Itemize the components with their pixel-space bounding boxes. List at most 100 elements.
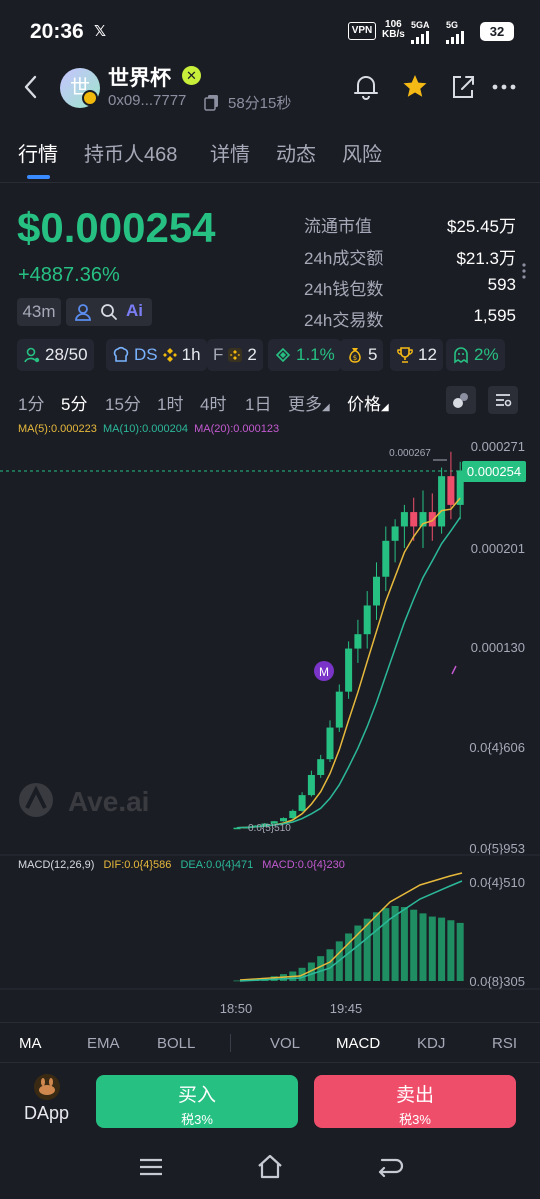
tab-holders[interactable]: 持币人468 bbox=[84, 138, 177, 167]
bags-chip[interactable]: $ 5 bbox=[340, 339, 384, 371]
vpn-badge: VPN bbox=[348, 22, 376, 40]
interval-1d[interactable]: 1日 bbox=[245, 390, 271, 415]
f-chip[interactable]: F 2 bbox=[207, 339, 263, 371]
price-toggle[interactable]: 价格◢ bbox=[347, 390, 389, 415]
candle[interactable] bbox=[298, 795, 306, 811]
star-icon[interactable] bbox=[401, 72, 429, 102]
signal-5g: 5G bbox=[446, 20, 464, 44]
macd-bar bbox=[428, 916, 436, 981]
ave-watermark: Ave.ai bbox=[19, 783, 149, 817]
interval-1m[interactable]: 1分 bbox=[18, 390, 44, 415]
bags-chip-value: 5 bbox=[368, 345, 378, 364]
divider bbox=[0, 182, 540, 183]
candle[interactable] bbox=[391, 526, 399, 541]
candles-group bbox=[233, 451, 464, 830]
price-chart[interactable]: Ave.ai 0.000271 0.000201 0.000130 0.0{4}… bbox=[0, 436, 540, 1022]
bell-icon[interactable] bbox=[352, 72, 380, 102]
indicator-ma[interactable]: MA bbox=[19, 1035, 42, 1052]
macd-y-label: 0.0{4}510 bbox=[469, 875, 525, 890]
candle[interactable] bbox=[400, 512, 408, 527]
tab-market[interactable]: 行情 bbox=[18, 138, 58, 167]
trophy-chip[interactable]: 12 bbox=[390, 339, 443, 371]
age-chip: 43m bbox=[17, 298, 61, 326]
macd-bar bbox=[410, 909, 418, 981]
indicator-macd[interactable]: MACD bbox=[336, 1035, 380, 1052]
candle[interactable] bbox=[317, 759, 325, 775]
candle[interactable] bbox=[428, 512, 436, 527]
sell-button[interactable]: 卖出 税3% bbox=[314, 1075, 516, 1128]
candle[interactable] bbox=[335, 691, 343, 728]
candle[interactable] bbox=[447, 476, 455, 505]
indicator-boll[interactable]: BOLL bbox=[157, 1035, 195, 1052]
smile-chip[interactable]: 2% bbox=[446, 339, 505, 371]
candle[interactable] bbox=[354, 634, 362, 649]
stat-label-trades: 24h交易数 bbox=[304, 311, 384, 330]
ai-icon[interactable]: Ai bbox=[126, 301, 143, 321]
macd-bar bbox=[456, 922, 464, 981]
candle[interactable] bbox=[289, 810, 297, 819]
dapp-label[interactable]: DApp bbox=[24, 1103, 69, 1124]
candle[interactable] bbox=[307, 774, 315, 796]
candle[interactable] bbox=[382, 540, 390, 577]
battery-icon: 32 bbox=[480, 22, 514, 41]
back-arrow-icon[interactable] bbox=[18, 72, 44, 102]
candle[interactable] bbox=[438, 476, 446, 527]
macd-bar bbox=[373, 912, 380, 981]
price-tag-text: 0.000254 bbox=[467, 464, 521, 479]
stat-value-volume: $21.3万 bbox=[456, 249, 516, 268]
dev-chip[interactable]: DS 1h bbox=[106, 339, 207, 371]
tab-risk[interactable]: 风险 bbox=[342, 138, 382, 167]
buy-button[interactable]: 买入 税3% bbox=[96, 1075, 298, 1128]
interval-1h[interactable]: 1时 bbox=[157, 390, 183, 415]
chart-settings-button[interactable] bbox=[488, 386, 518, 414]
share-icon[interactable] bbox=[449, 72, 477, 102]
stat-label-wallets: 24h钱包数 bbox=[304, 280, 384, 299]
copy-icon[interactable] bbox=[203, 93, 221, 111]
x-icon: 𝕏 bbox=[94, 23, 107, 40]
menu-icon[interactable] bbox=[136, 1152, 166, 1182]
user-icon[interactable] bbox=[74, 303, 92, 321]
drawing-tools-button[interactable] bbox=[446, 386, 476, 414]
share-chip[interactable]: 1.1% bbox=[268, 339, 341, 371]
tool-chip[interactable]: Ai bbox=[66, 298, 152, 326]
more-horizontal-icon[interactable] bbox=[490, 72, 518, 102]
candle[interactable] bbox=[326, 727, 334, 760]
stat-value-wallets: 593 bbox=[487, 275, 516, 294]
verified-icon: ✕ bbox=[182, 66, 201, 85]
interval-5m[interactable]: 5分 bbox=[61, 390, 87, 415]
sell-tax: 税3% bbox=[399, 1112, 431, 1127]
indicator-ema[interactable]: EMA bbox=[87, 1035, 120, 1052]
candle[interactable] bbox=[363, 605, 371, 635]
home-icon[interactable] bbox=[255, 1152, 285, 1182]
candle[interactable] bbox=[410, 512, 418, 527]
interval-15m[interactable]: 15分 bbox=[105, 390, 141, 415]
holders-chip[interactable]: 28/50 bbox=[17, 339, 94, 371]
stat-label-market-cap: 流通市值 bbox=[304, 217, 372, 236]
indicator-rsi[interactable]: RSI bbox=[492, 1035, 517, 1052]
candle[interactable] bbox=[280, 818, 287, 822]
more-vertical-icon[interactable] bbox=[521, 262, 527, 280]
tab-active-indicator bbox=[27, 175, 50, 179]
candle[interactable] bbox=[373, 576, 380, 606]
macd-bar bbox=[438, 917, 446, 981]
indicator-vol[interactable]: VOL bbox=[270, 1035, 300, 1052]
back-nav-icon[interactable] bbox=[374, 1152, 404, 1182]
tab-details[interactable]: 详情 bbox=[210, 138, 250, 167]
indicator-kdj[interactable]: KDJ bbox=[417, 1035, 445, 1052]
search-icon[interactable] bbox=[100, 303, 118, 321]
interval-4h[interactable]: 4时 bbox=[200, 390, 226, 415]
holders-chip-value: 28/50 bbox=[45, 345, 88, 364]
macd-dea: DEA:0.0{4}471 bbox=[180, 859, 253, 871]
candle[interactable] bbox=[345, 648, 353, 692]
signal-bars-icon bbox=[446, 30, 464, 44]
macd-dif: DIF:0.0{4}586 bbox=[103, 859, 171, 871]
m-marker-text: M bbox=[319, 665, 329, 679]
interval-more[interactable]: 更多◢ bbox=[288, 390, 330, 415]
pancake-icon[interactable] bbox=[34, 1074, 60, 1100]
tab-activity[interactable]: 动态 bbox=[276, 138, 316, 167]
stat-value-market-cap: $25.45万 bbox=[447, 217, 516, 236]
ma10-label: MA(10):0.000204 bbox=[103, 423, 189, 435]
y-label: 0.0{4}606 bbox=[469, 740, 525, 755]
f-chip-label: F bbox=[213, 345, 224, 364]
macd-legend: MACD(12,26,9) DIF:0.0{4}586 DEA:0.0{4}47… bbox=[18, 859, 345, 871]
